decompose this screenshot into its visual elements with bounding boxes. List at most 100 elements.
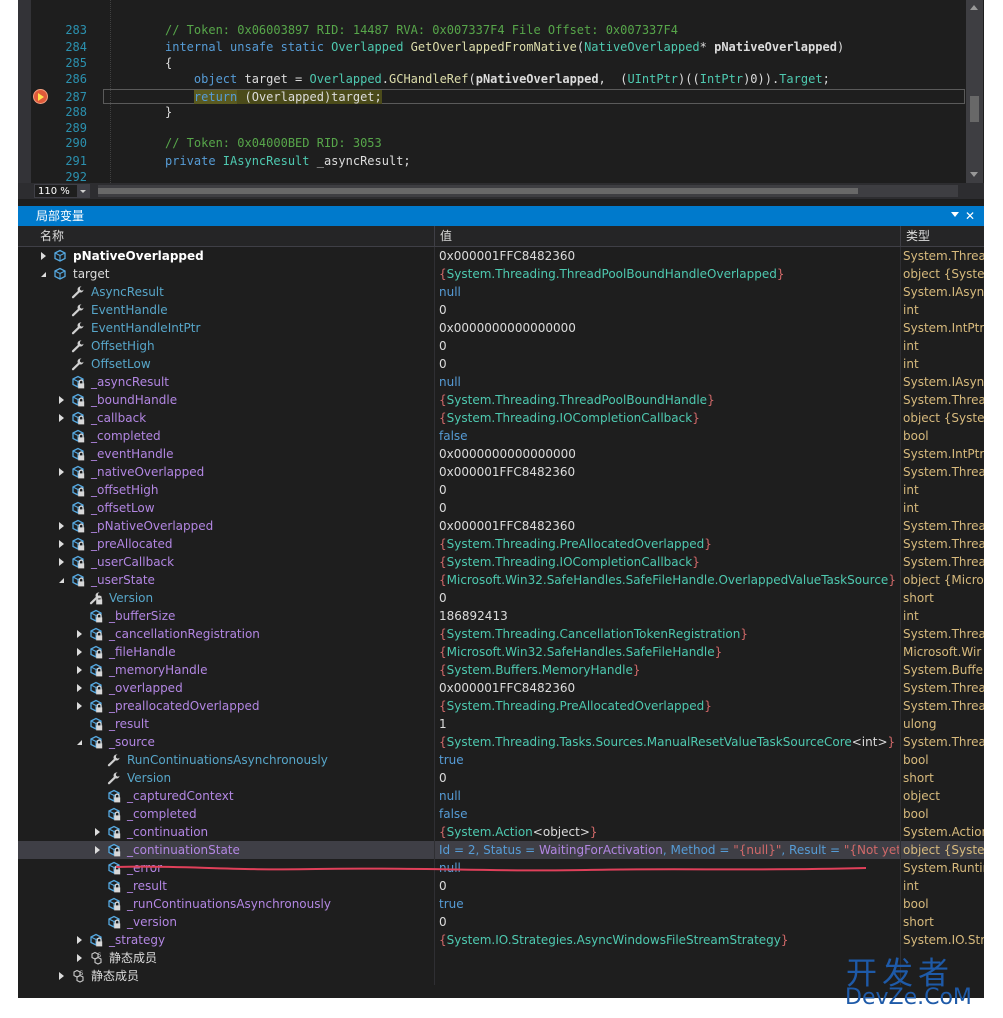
variable-value[interactable]: 0x000001FFC8482360 (439, 247, 899, 265)
locals-row[interactable]: Version 0 short (18, 589, 984, 607)
variable-value[interactable]: {Microsoft.Win32.SafeHandles.SafeFileHan… (439, 571, 899, 589)
collapse-arrow-icon[interactable] (41, 272, 46, 277)
column-splitter[interactable] (434, 226, 435, 246)
variable-value[interactable]: false (439, 805, 899, 823)
locals-row[interactable]: _preAllocated {System.Threading.PreAlloca… (18, 535, 984, 553)
window-position-dropdown-icon[interactable] (951, 212, 959, 217)
expand-arrow-icon[interactable] (77, 630, 82, 638)
locals-row[interactable]: _offsetLow 0 int (18, 499, 984, 517)
expand-arrow-icon[interactable] (59, 972, 64, 980)
locals-row[interactable]: _overlapped 0x000001FFC8482360 System.Thre… (18, 679, 984, 697)
variable-value[interactable]: 0 (439, 589, 899, 607)
code-line[interactable]: 289 (18, 120, 966, 136)
locals-row[interactable]: _userCallback {System.Threading.IOComplet… (18, 553, 984, 571)
variable-value[interactable]: null (439, 373, 899, 391)
column-header-name[interactable]: 名称 (40, 226, 64, 246)
code-line[interactable]: 290 // Token: 0x04000BED RID: 3053 (18, 135, 966, 151)
expand-arrow-icon[interactable] (59, 396, 64, 404)
expand-arrow-icon[interactable] (77, 954, 82, 962)
zoom-dropdown[interactable]: 110 % (34, 184, 90, 198)
locals-row[interactable]: _nativeOverlapped 0x000001FFC8482360 Syste… (18, 463, 984, 481)
expand-arrow-icon[interactable] (59, 522, 64, 530)
locals-row[interactable]: target {System.Threading.ThreadPoolBoundH… (18, 265, 984, 283)
locals-row[interactable]: EventHandleIntPtr 0x0000000000000000 Syste… (18, 319, 984, 337)
locals-row[interactable]: S 静态成员 (18, 967, 984, 985)
locals-row[interactable]: _completed false bool (18, 805, 984, 823)
expand-arrow-icon[interactable] (77, 936, 82, 944)
column-header-type[interactable]: 类型 (906, 226, 930, 246)
variable-value[interactable]: 1 (439, 715, 899, 733)
variable-value[interactable]: 0x000001FFC8482360 (439, 463, 899, 481)
expand-arrow-icon[interactable] (59, 558, 64, 566)
variable-value[interactable]: 186892413 (439, 607, 899, 625)
locals-row[interactable]: pNativeOverlapped 0x000001FFC8482360 Syste… (18, 247, 984, 265)
variable-value[interactable]: 0 (439, 355, 899, 373)
variable-value[interactable]: {System.Threading.PreAllocatedOverlapped… (439, 535, 899, 553)
editor-horizontal-scrollbar[interactable] (98, 185, 958, 197)
locals-row[interactable]: S 静态成员 (18, 949, 984, 967)
locals-row[interactable]: _asyncResult null System.IAsync (18, 373, 984, 391)
column-splitter[interactable] (900, 226, 901, 246)
variable-value[interactable]: 0 (439, 769, 899, 787)
variable-value[interactable]: 0 (439, 481, 899, 499)
expand-arrow-icon[interactable] (95, 828, 100, 836)
locals-row[interactable]: OffsetHigh 0 int (18, 337, 984, 355)
variable-value[interactable]: true (439, 895, 899, 913)
locals-row[interactable]: _boundHandle {System.Threading.ThreadPool… (18, 391, 984, 409)
variable-value[interactable]: {System.Threading.IOCompletionCallback} (439, 409, 899, 427)
locals-row[interactable]: EventHandle 0 int (18, 301, 984, 319)
locals-row[interactable]: Version 0 short (18, 769, 984, 787)
expand-arrow-icon[interactable] (59, 414, 64, 422)
variable-value[interactable]: 0 (439, 301, 899, 319)
variable-value[interactable]: 0x000001FFC8482360 (439, 517, 899, 535)
locals-row[interactable]: RunContinuationsAsynchronously true bool (18, 751, 984, 769)
locals-row[interactable]: _memoryHandle {System.Buffers.MemoryHandl… (18, 661, 984, 679)
variable-value[interactable]: {System.Buffers.MemoryHandle} (439, 661, 899, 679)
expand-arrow-icon[interactable] (59, 540, 64, 548)
variable-value[interactable]: 0x000001FFC8482360 (439, 679, 899, 697)
code-line[interactable]: 284 internal unsafe static Overlapped Get… (18, 39, 966, 55)
scroll-down-icon[interactable] (970, 172, 978, 177)
locals-row[interactable]: _pNativeOverlapped 0x000001FFC8482360 Syst… (18, 517, 984, 535)
variable-value[interactable]: {System.Threading.ThreadPoolBoundHandle} (439, 391, 899, 409)
locals-row[interactable]: OffsetLow 0 int (18, 355, 984, 373)
locals-row[interactable]: _callback {System.Threading.IOCompletionC… (18, 409, 984, 427)
column-header-value[interactable]: 值 (440, 226, 452, 246)
variable-value[interactable]: {System.Threading.CancellationTokenRegis… (439, 625, 899, 643)
hscroll-thumb[interactable] (98, 188, 858, 194)
locals-row[interactable]: _result 1 ulong (18, 715, 984, 733)
expand-arrow-icon[interactable] (77, 648, 82, 656)
variable-value[interactable]: {Microsoft.Win32.SafeHandles.SafeFileHan… (439, 643, 899, 661)
locals-row[interactable]: _bufferSize 186892413 int (18, 607, 984, 625)
variable-value[interactable]: 0x0000000000000000 (439, 445, 899, 463)
locals-row[interactable]: _cancellationRegistration {System.Threadi… (18, 625, 984, 643)
locals-row[interactable]: _eventHandle 0x0000000000000000 System.Int… (18, 445, 984, 463)
expand-arrow-icon[interactable] (77, 666, 82, 674)
code-line[interactable]: 283 // Token: 0x06003897 RID: 14487 RVA: … (18, 22, 966, 38)
locals-row[interactable]: _strategy {System.IO.Strategies.AsyncWind… (18, 931, 984, 949)
variable-value[interactable]: true (439, 751, 899, 769)
locals-row[interactable]: _userState {Microsoft.Win32.SafeHandles.S… (18, 571, 984, 589)
locals-row[interactable]: _source {System.Threading.Tasks.Sources.M… (18, 733, 984, 751)
variable-value[interactable]: Id = 2, Status = WaitingForActivation, M… (439, 841, 899, 859)
locals-row[interactable]: _continuationState Id = 2, Status = Waiti… (18, 841, 984, 859)
locals-row[interactable]: _capturedContext null object (18, 787, 984, 805)
variable-value[interactable]: {System.Threading.ThreadPoolBoundHandleO… (439, 265, 899, 283)
locals-row[interactable]: _result 0 int (18, 877, 984, 895)
code-editor[interactable]: 283 // Token: 0x06003897 RID: 14487 RVA: … (18, 0, 984, 184)
variable-value[interactable]: 0 (439, 913, 899, 931)
code-line[interactable]: 286 object target = Overlapped.GCHandleR… (18, 71, 966, 87)
locals-row[interactable]: _offsetHigh 0 int (18, 481, 984, 499)
close-icon[interactable]: ✕ (965, 206, 975, 226)
expand-arrow-icon[interactable] (41, 252, 46, 260)
locals-row[interactable]: _preallocatedOverlapped {System.Threading… (18, 697, 984, 715)
locals-row[interactable]: _runContinuationsAsynchronously true bool (18, 895, 984, 913)
locals-row[interactable]: _version 0 short (18, 913, 984, 931)
expand-arrow-icon[interactable] (77, 702, 82, 710)
code-line[interactable]: 288} (18, 104, 966, 120)
expand-arrow-icon[interactable] (77, 684, 82, 692)
locals-row[interactable]: AsyncResult null System.IAsync (18, 283, 984, 301)
variable-value[interactable]: 0x0000000000000000 (439, 319, 899, 337)
collapse-arrow-icon[interactable] (77, 740, 82, 745)
expand-arrow-icon[interactable] (59, 468, 64, 476)
